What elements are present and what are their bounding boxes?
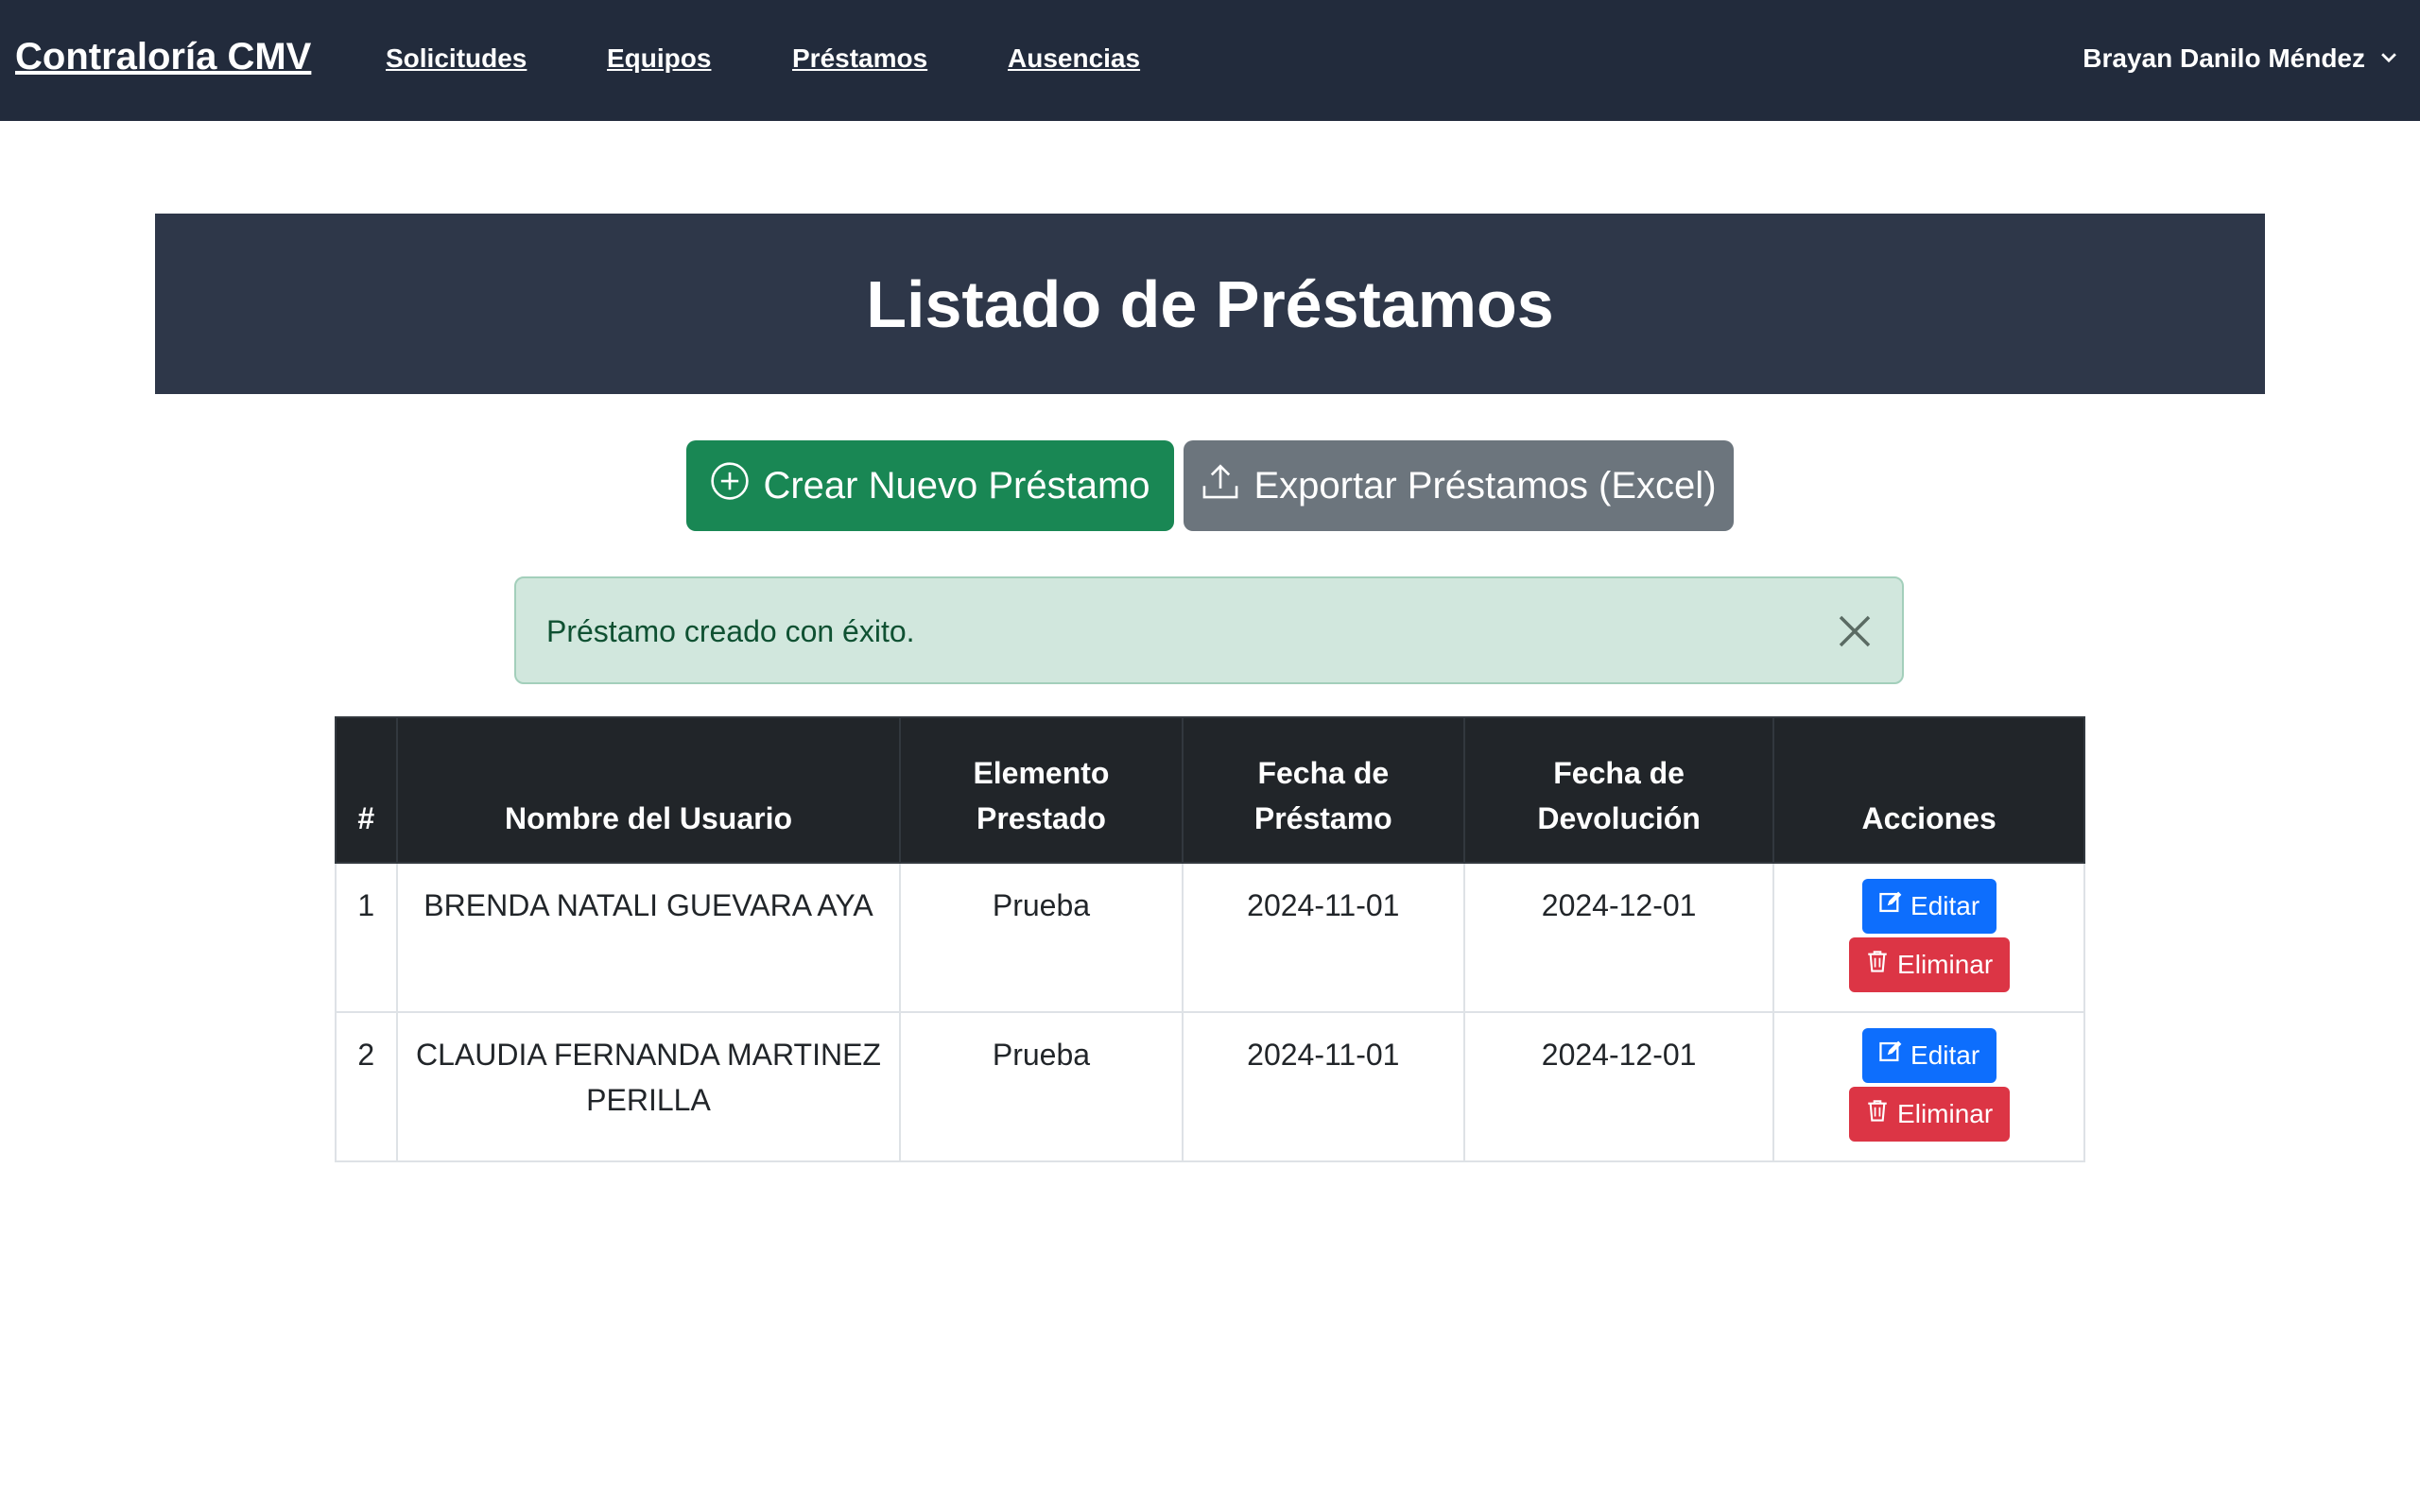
row-number: 1	[335, 862, 398, 1013]
chevron-down-icon	[2378, 43, 2399, 74]
delete-button[interactable]: Eliminar	[1848, 937, 2010, 992]
edit-label: Editar	[1910, 1040, 1980, 1070]
header-number: #	[335, 716, 398, 864]
page-title: Listado de Préstamos	[866, 266, 1554, 341]
row-return-date: 2024-12-01	[1463, 1011, 1775, 1162]
delete-label: Eliminar	[1897, 1099, 1994, 1128]
export-loans-label: Exportar Préstamos (Excel)	[1253, 464, 1717, 507]
table-row: 1 BRENDA NATALI GUEVARA AYA Prueba 2024-…	[335, 862, 2085, 1013]
delete-button[interactable]: Eliminar	[1848, 1087, 2010, 1142]
edit-label: Editar	[1910, 891, 1980, 920]
row-user-name: CLAUDIA FERNANDA MARTINEZ PERILLA	[395, 1011, 902, 1162]
user-name: Brayan Danilo Méndez	[2083, 43, 2365, 73]
upload-icon	[1201, 461, 1240, 510]
export-loans-button[interactable]: Exportar Préstamos (Excel)	[1184, 440, 1734, 531]
row-item: Prueba	[899, 1011, 1184, 1162]
table-row: 2 CLAUDIA FERNANDA MARTINEZ PERILLA Prue…	[335, 1011, 2085, 1162]
create-loan-label: Crear Nuevo Préstamo	[763, 464, 1150, 507]
header-actions: Acciones	[1772, 716, 2085, 864]
edit-button[interactable]: Editar	[1861, 879, 1996, 934]
create-loan-button[interactable]: Crear Nuevo Préstamo	[686, 440, 1174, 531]
row-loan-date: 2024-11-01	[1181, 862, 1466, 1013]
page-header-banner: Listado de Préstamos	[155, 214, 2265, 394]
row-loan-date: 2024-11-01	[1181, 1011, 1466, 1162]
row-number: 2	[335, 1011, 398, 1162]
trash-icon	[1865, 942, 1890, 988]
header-user-name: Nombre del Usuario	[395, 716, 902, 864]
nav-link-solicitudes[interactable]: Solicitudes	[386, 43, 527, 74]
success-alert: Préstamo creado con éxito.	[514, 576, 1904, 684]
header-item: Elemento Prestado	[899, 716, 1184, 864]
edit-icon	[1878, 884, 1903, 929]
edit-icon	[1878, 1033, 1903, 1078]
user-menu-dropdown[interactable]: Brayan Danilo Méndez	[2083, 43, 2399, 74]
navbar: Contraloría CMV Solicitudes Equipos Prés…	[0, 0, 2420, 121]
table-header-row: # Nombre del Usuario Elemento Prestado F…	[335, 716, 2085, 864]
row-user-name: BRENDA NATALI GUEVARA AYA	[395, 862, 902, 1013]
close-icon[interactable]	[1836, 612, 1874, 650]
brand-link[interactable]: Contraloría CMV	[15, 36, 311, 78]
header-loan-date: Fecha de Préstamo	[1181, 716, 1466, 864]
nav-link-prestamos[interactable]: Préstamos	[792, 43, 927, 74]
row-item: Prueba	[899, 862, 1184, 1013]
row-return-date: 2024-12-01	[1463, 862, 1775, 1013]
alert-message: Préstamo creado con éxito.	[546, 614, 915, 648]
nav-link-equipos[interactable]: Equipos	[607, 43, 711, 74]
row-actions: Editar Eliminar	[1772, 862, 2085, 1013]
edit-button[interactable]: Editar	[1861, 1028, 1996, 1083]
header-return-date: Fecha de Devolución	[1463, 716, 1775, 864]
plus-circle-icon	[710, 461, 750, 510]
delete-label: Eliminar	[1897, 950, 1994, 979]
row-actions: Editar Eliminar	[1772, 1011, 2085, 1162]
loans-table: # Nombre del Usuario Elemento Prestado F…	[335, 716, 2085, 1162]
nav-link-ausencias[interactable]: Ausencias	[1008, 43, 1140, 74]
trash-icon	[1865, 1091, 1890, 1137]
